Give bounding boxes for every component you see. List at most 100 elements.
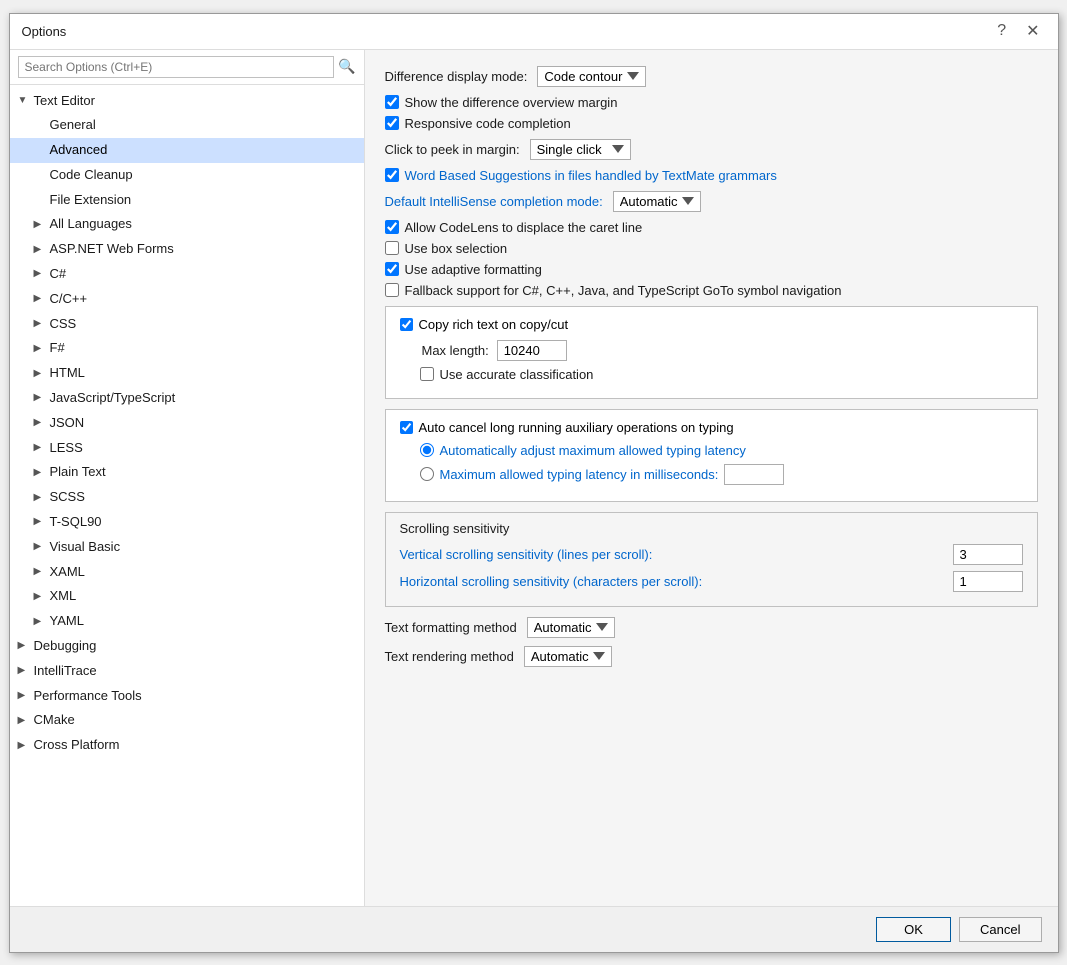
tree-item-less[interactable]: ▶LESS	[10, 436, 364, 461]
box-selection-checkbox[interactable]	[385, 241, 399, 255]
difference-display-label: Difference display mode:	[385, 69, 528, 84]
vertical-scroll-input[interactable]	[953, 544, 1023, 565]
fallback-support-checkbox[interactable]	[385, 283, 399, 297]
search-box: 🔍	[10, 50, 364, 85]
max-latency-input[interactable]	[724, 464, 784, 485]
intellisense-dropdown[interactable]: Automatic Manual	[613, 191, 701, 212]
tree-label-intellitrace: IntelliTrace	[34, 661, 97, 682]
tree-item-general[interactable]: General	[10, 113, 364, 138]
accurate-classification-label[interactable]: Use accurate classification	[440, 367, 594, 382]
text-rendering-dropdown[interactable]: Automatic Manual	[524, 646, 612, 667]
tree-item-text-editor[interactable]: ▼Text Editor	[10, 89, 364, 114]
tree-label-advanced: Advanced	[50, 140, 108, 161]
search-button[interactable]: 🔍	[338, 58, 355, 75]
horizontal-scroll-input[interactable]	[953, 571, 1023, 592]
click-to-peek-row: Click to peek in margin: Single click Do…	[385, 139, 1038, 160]
tree-item-scss[interactable]: ▶SCSS	[10, 485, 364, 510]
close-button[interactable]: ✕	[1020, 19, 1045, 43]
tree-arrow-aspnet-web-forms: ▶	[34, 242, 46, 258]
tree-item-advanced[interactable]: Advanced	[10, 138, 364, 163]
tree-item-code-cleanup[interactable]: Code Cleanup	[10, 163, 364, 188]
tree-item-yaml[interactable]: ▶YAML	[10, 609, 364, 634]
fallback-support-label[interactable]: Fallback support for C#, C++, Java, and …	[405, 283, 842, 298]
main-content: 🔍 ▼Text EditorGeneralAdvanced Code Cleanu…	[10, 50, 1058, 906]
tree-label-xaml: XAML	[50, 562, 85, 583]
tree-item-performance-tools[interactable]: ▶Performance Tools	[10, 684, 364, 709]
tree-item-xml[interactable]: ▶XML	[10, 584, 364, 609]
tree-arrow-cmake: ▶	[18, 713, 30, 729]
help-button[interactable]: ?	[991, 20, 1012, 42]
tree-item-plain-text[interactable]: ▶Plain Text	[10, 460, 364, 485]
box-selection-label[interactable]: Use box selection	[405, 241, 508, 256]
bottom-bar: OK Cancel	[10, 906, 1058, 952]
tree-item-xaml[interactable]: ▶XAML	[10, 560, 364, 585]
tree-arrow-all-languages: ▶	[34, 217, 46, 233]
tree-label-json: JSON	[50, 413, 85, 434]
auto-cancel-label[interactable]: Auto cancel long running auxiliary opera…	[419, 420, 734, 435]
copy-rich-text-label[interactable]: Copy rich text on copy/cut	[419, 317, 569, 332]
tree-label-scss: SCSS	[50, 487, 85, 508]
left-panel: 🔍 ▼Text EditorGeneralAdvanced Code Cleanu…	[10, 50, 365, 906]
tree-arrow-html: ▶	[34, 366, 46, 382]
text-formatting-dropdown[interactable]: Automatic Manual	[527, 617, 615, 638]
tree-item-css[interactable]: ▶CSS	[10, 312, 364, 337]
tree-arrow-csharp: ▶	[34, 266, 46, 282]
word-based-suggestions-row: Word Based Suggestions in files handled …	[385, 168, 1038, 183]
tree-label-csharp: C#	[50, 264, 67, 285]
responsive-code-label[interactable]: Responsive code completion	[405, 116, 571, 131]
responsive-code-row: Responsive code completion	[385, 116, 1038, 131]
allow-codelens-checkbox[interactable]	[385, 220, 399, 234]
tree-label-javascript-typescript: JavaScript/TypeScript	[50, 388, 176, 409]
tree-item-json[interactable]: ▶JSON	[10, 411, 364, 436]
tree-label-debugging: Debugging	[34, 636, 97, 657]
adaptive-formatting-label[interactable]: Use adaptive formatting	[405, 262, 542, 277]
copy-rich-text-section: Copy rich text on copy/cut Max length: U…	[385, 306, 1038, 399]
tree-item-cmake[interactable]: ▶CMake	[10, 708, 364, 733]
max-length-row: Max length:	[400, 340, 1023, 361]
tree-item-debugging[interactable]: ▶Debugging	[10, 634, 364, 659]
tree-item-tsql90[interactable]: ▶T-SQL90	[10, 510, 364, 535]
copy-rich-text-title-row: Copy rich text on copy/cut	[400, 317, 1023, 332]
show-difference-label[interactable]: Show the difference overview margin	[405, 95, 618, 110]
word-based-suggestions-checkbox[interactable]	[385, 168, 399, 182]
tree-item-aspnet-web-forms[interactable]: ▶ASP.NET Web Forms	[10, 237, 364, 262]
box-selection-row: Use box selection	[385, 241, 1038, 256]
word-based-suggestions-label[interactable]: Word Based Suggestions in files handled …	[405, 168, 777, 183]
titlebar-controls: ? ✕	[991, 19, 1045, 43]
tree-item-cross-platform[interactable]: ▶Cross Platform	[10, 733, 364, 758]
auto-adjust-label[interactable]: Automatically adjust maximum allowed typ…	[440, 443, 746, 458]
responsive-code-checkbox[interactable]	[385, 116, 399, 130]
tree-item-file-extension[interactable]: File Extension	[10, 188, 364, 213]
auto-adjust-radio[interactable]	[420, 443, 434, 457]
allow-codelens-label[interactable]: Allow CodeLens to displace the caret lin…	[405, 220, 643, 235]
cancel-button[interactable]: Cancel	[959, 917, 1041, 942]
tree-item-all-languages[interactable]: ▶All Languages	[10, 212, 364, 237]
tree-item-intellitrace[interactable]: ▶IntelliTrace	[10, 659, 364, 684]
tree-arrow-cross-platform: ▶	[18, 738, 30, 754]
max-latency-label[interactable]: Maximum allowed typing latency in millis…	[440, 467, 719, 482]
max-length-input[interactable]	[497, 340, 567, 361]
intellisense-row: Default IntelliSense completion mode: Au…	[385, 191, 1038, 212]
auto-cancel-title-row: Auto cancel long running auxiliary opera…	[400, 420, 1023, 435]
search-input[interactable]	[18, 56, 335, 78]
ok-button[interactable]: OK	[876, 917, 951, 942]
tree-item-cpp[interactable]: ▶C/C++	[10, 287, 364, 312]
show-difference-checkbox[interactable]	[385, 95, 399, 109]
tree-item-visual-basic[interactable]: ▶Visual Basic	[10, 535, 364, 560]
click-to-peek-label: Click to peek in margin:	[385, 142, 520, 157]
tree-item-html[interactable]: ▶HTML	[10, 361, 364, 386]
accurate-classification-checkbox[interactable]	[420, 367, 434, 381]
auto-cancel-checkbox[interactable]	[400, 421, 413, 434]
adaptive-formatting-checkbox[interactable]	[385, 262, 399, 276]
tree-label-code-cleanup: Code Cleanup	[50, 165, 133, 186]
tree-item-javascript-typescript[interactable]: ▶JavaScript/TypeScript	[10, 386, 364, 411]
tree-label-cpp: C/C++	[50, 289, 88, 310]
copy-rich-text-checkbox[interactable]	[400, 318, 413, 331]
max-latency-radio[interactable]	[420, 467, 434, 481]
max-latency-radio-row: Maximum allowed typing latency in millis…	[400, 464, 1023, 485]
click-to-peek-dropdown[interactable]: Single click Double click	[530, 139, 631, 160]
difference-display-dropdown[interactable]: Code contour None Line Column	[537, 66, 646, 87]
tree-item-fsharp[interactable]: ▶F#	[10, 336, 364, 361]
tree-arrow-less: ▶	[34, 440, 46, 456]
tree-item-csharp[interactable]: ▶C#	[10, 262, 364, 287]
